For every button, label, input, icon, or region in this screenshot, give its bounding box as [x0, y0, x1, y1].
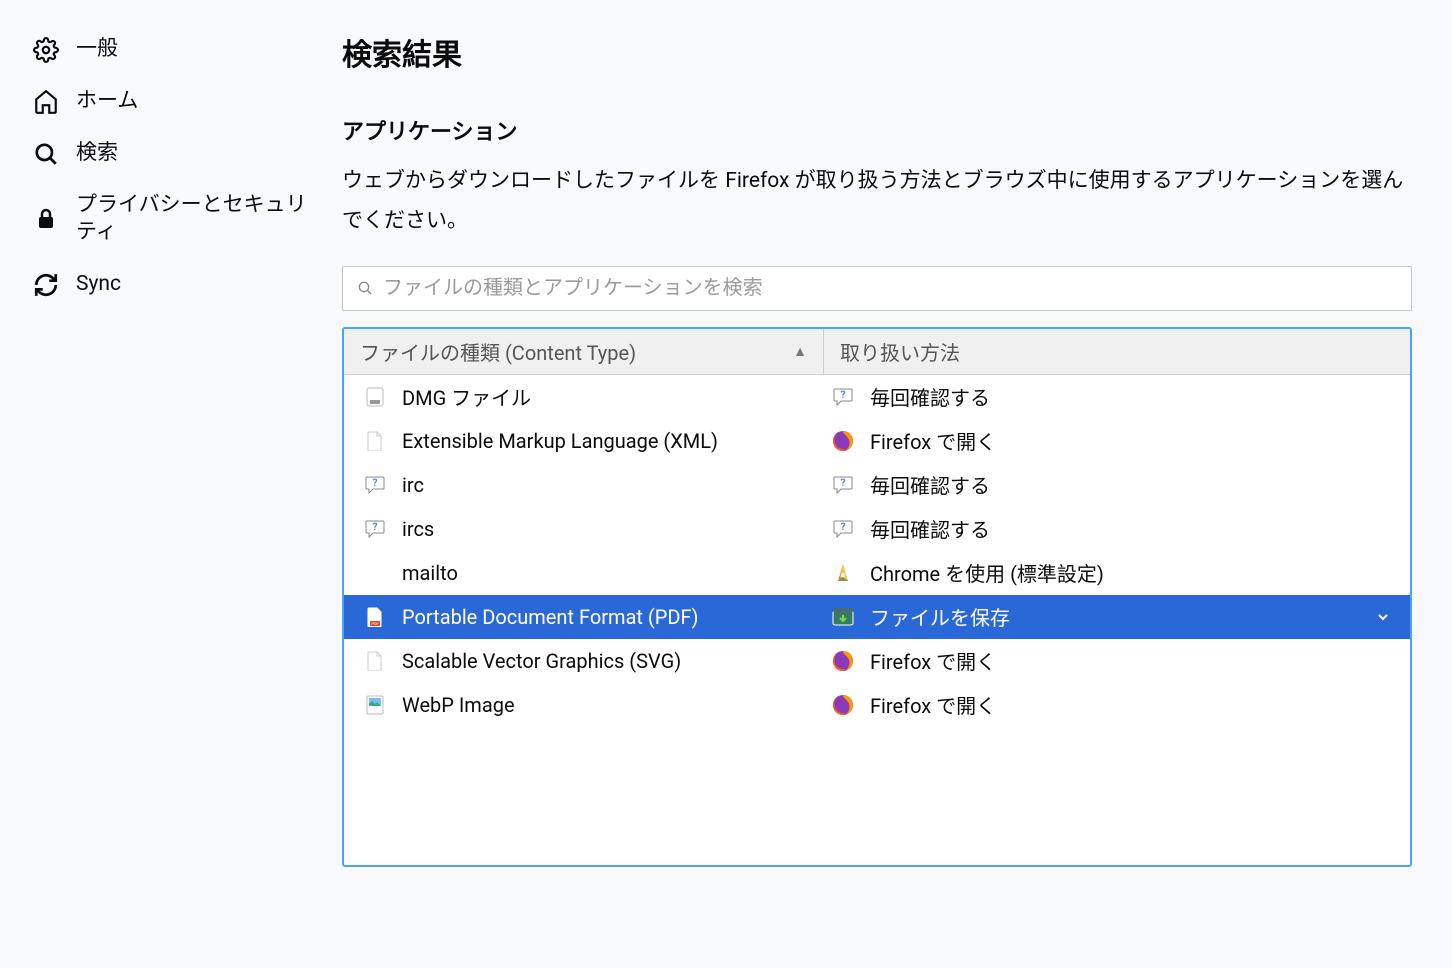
sidebar-item-privacy[interactable]: プライバシーとセキュリティ: [24, 180, 322, 259]
svg-text:?: ?: [373, 478, 378, 489]
cell-content-type: ? ircs: [344, 517, 824, 541]
cell-action: Firefox で開く: [824, 426, 1410, 455]
type-label: mailto: [402, 561, 458, 585]
table-row[interactable]: DMG ファイル? 毎回確認する: [344, 375, 1410, 419]
action-label: 毎回確認する: [870, 514, 990, 543]
column-header-type[interactable]: ファイルの種類 (Content Type) ▲: [344, 329, 824, 374]
table-row[interactable]: Extensible Markup Language (XML) Firefox …: [344, 419, 1410, 463]
ask-icon: ?: [832, 386, 854, 408]
cell-action: Firefox で開く: [824, 690, 1410, 719]
page-title: 検索結果: [342, 30, 1412, 74]
column-header-label: 取り扱い方法: [840, 337, 960, 366]
cell-content-type: Scalable Vector Graphics (SVG): [344, 649, 824, 673]
img-icon: [364, 694, 386, 716]
type-label: Extensible Markup Language (XML): [402, 429, 718, 453]
sidebar-item-home[interactable]: ホーム: [24, 76, 322, 128]
type-label: Portable Document Format (PDF): [402, 605, 699, 629]
cell-action: ? 毎回確認する: [824, 514, 1410, 543]
action-label: ファイルを保存: [870, 602, 1010, 631]
sidebar-item-label: 検索: [76, 140, 118, 167]
save-icon: [832, 606, 854, 628]
file-icon: [364, 650, 386, 672]
cell-content-type: PDF Portable Document Format (PDF): [344, 605, 824, 629]
file-icon: [364, 430, 386, 452]
svg-text:?: ?: [373, 522, 378, 533]
cell-content-type: DMG ファイル: [344, 382, 824, 411]
action-label: 毎回確認する: [870, 470, 990, 499]
sidebar-item-label: プライバシーとセキュリティ: [76, 192, 314, 247]
table-row[interactable]: WebP Image Firefox で開く: [344, 683, 1410, 727]
type-label: Scalable Vector Graphics (SVG): [402, 649, 681, 673]
cell-action: ? 毎回確認する: [824, 382, 1410, 411]
sidebar-item-search[interactable]: 検索: [24, 128, 322, 180]
search-icon: [32, 140, 60, 168]
sidebar-item-label: ホーム: [76, 88, 138, 115]
chrome-icon: [832, 562, 854, 584]
firefox-icon: [832, 430, 854, 452]
sync-icon: [32, 271, 60, 299]
table-row[interactable]: ? irc? 毎回確認する: [344, 463, 1410, 507]
type-label: DMG ファイル: [402, 382, 531, 411]
lock-icon: [32, 205, 60, 233]
svg-text:?: ?: [841, 522, 846, 533]
cell-content-type: ? irc: [344, 473, 824, 497]
sidebar-item-general[interactable]: 一般: [24, 24, 322, 76]
svg-text:?: ?: [841, 478, 846, 489]
cell-action: Firefox で開く: [824, 646, 1410, 675]
sidebar-item-label: Sync: [76, 271, 121, 298]
cell-action: Chrome を使用 (標準設定): [824, 558, 1410, 587]
search-icon: [357, 280, 373, 296]
column-header-label: ファイルの種類 (Content Type): [360, 337, 636, 366]
ask-icon: ?: [364, 518, 386, 540]
main-content: 検索結果 アプリケーション ウェブからダウンロードしたファイルを Firefox…: [322, 0, 1452, 897]
firefox-icon: [832, 650, 854, 672]
dmg-icon: [364, 386, 386, 408]
ask-icon: ?: [832, 518, 854, 540]
action-label: Firefox で開く: [870, 646, 996, 675]
cell-content-type: mailto: [344, 561, 824, 585]
gear-icon: [32, 36, 60, 64]
table-row[interactable]: mailto Chrome を使用 (標準設定): [344, 551, 1410, 595]
action-label: 毎回確認する: [870, 382, 990, 411]
column-header-action[interactable]: 取り扱い方法: [824, 329, 1410, 374]
section-title: アプリケーション: [342, 114, 1412, 146]
sidebar-item-sync[interactable]: Sync: [24, 259, 322, 311]
table-row[interactable]: PDF Portable Document Format (PDF) ファイルを保存: [344, 595, 1410, 639]
ask-icon: ?: [364, 474, 386, 496]
sidebar: 一般 ホーム 検索 プライバシーとセキュリティ Sync: [0, 0, 322, 897]
home-icon: [32, 88, 60, 116]
table-row[interactable]: Scalable Vector Graphics (SVG) Firefox で開…: [344, 639, 1410, 683]
cell-content-type: WebP Image: [344, 693, 824, 717]
table-row[interactable]: ? ircs? 毎回確認する: [344, 507, 1410, 551]
search-input[interactable]: [383, 277, 1397, 300]
ask-icon: ?: [832, 474, 854, 496]
action-label: Firefox で開く: [870, 426, 996, 455]
cell-action[interactable]: ファイルを保存: [824, 602, 1410, 631]
action-label: Chrome を使用 (標準設定): [870, 558, 1104, 587]
chevron-down-icon: [1376, 610, 1390, 624]
type-label: irc: [402, 473, 424, 497]
table-header: ファイルの種類 (Content Type) ▲ 取り扱い方法: [344, 329, 1410, 375]
type-label: ircs: [402, 517, 434, 541]
applications-table: ファイルの種類 (Content Type) ▲ 取り扱い方法 DMG ファイル…: [342, 327, 1412, 867]
pdf-icon: PDF: [364, 606, 386, 628]
cell-action: ? 毎回確認する: [824, 470, 1410, 499]
sort-ascending-icon: ▲: [793, 343, 807, 360]
svg-text:?: ?: [841, 390, 846, 401]
action-label: Firefox で開く: [870, 690, 996, 719]
search-box[interactable]: [342, 266, 1412, 311]
section-description: ウェブからダウンロードしたファイルを Firefox が取り扱う方法とブラウズ中…: [342, 162, 1412, 242]
blank-icon: [364, 562, 386, 584]
sidebar-item-label: 一般: [76, 36, 118, 63]
table-body: DMG ファイル? 毎回確認する Extensible Markup Languag…: [344, 375, 1410, 865]
cell-content-type: Extensible Markup Language (XML): [344, 429, 824, 453]
svg-text:PDF: PDF: [371, 621, 379, 626]
firefox-icon: [832, 694, 854, 716]
type-label: WebP Image: [402, 693, 515, 717]
